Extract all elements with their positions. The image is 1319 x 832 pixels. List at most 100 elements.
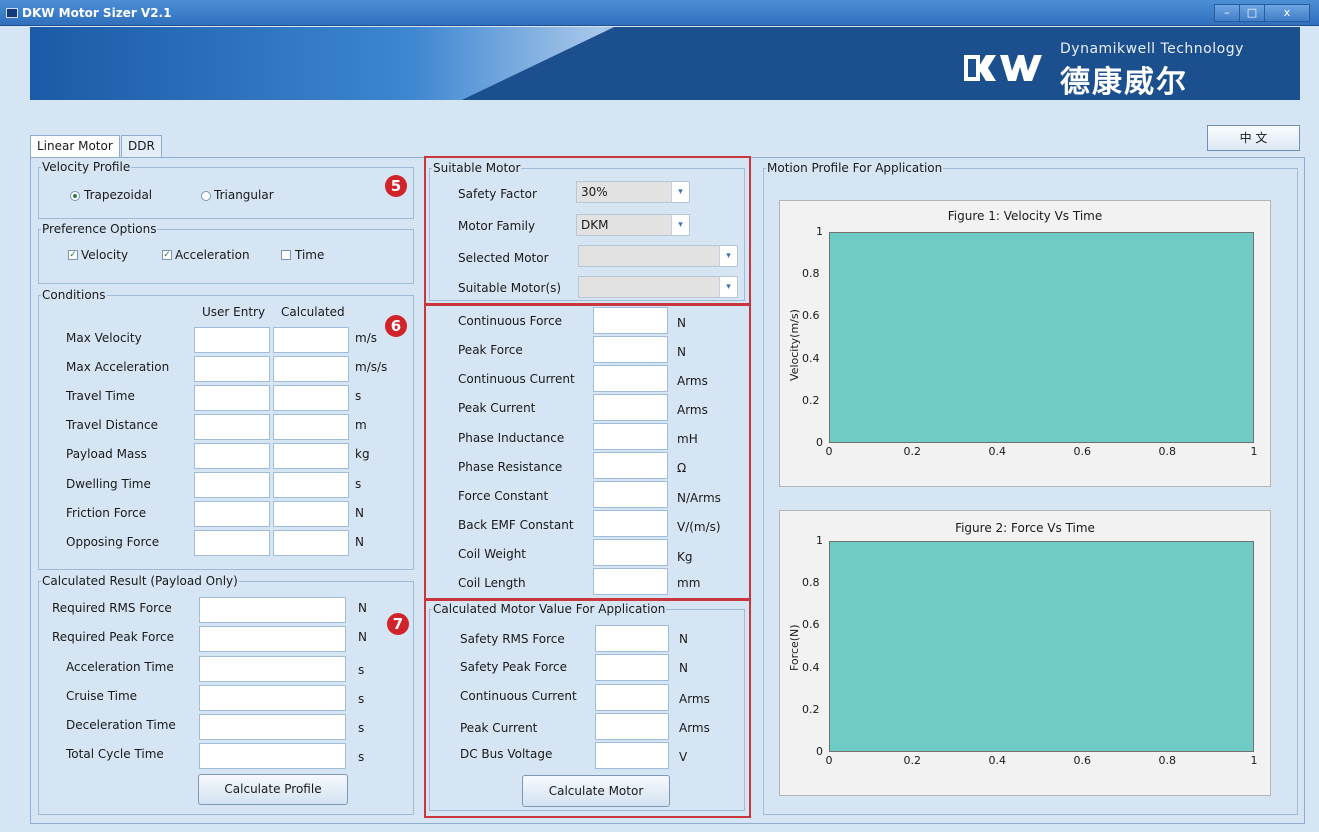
travel-distance-user-input[interactable] (194, 414, 270, 440)
calculate-profile-button[interactable]: Calculate Profile (198, 774, 348, 805)
travel-time-user-input[interactable] (194, 385, 270, 411)
unit-label: N (358, 630, 367, 644)
acceleration-time-field (199, 656, 346, 682)
unit-label: Ω (677, 461, 687, 475)
app-continuous-current-field (595, 684, 669, 711)
opposing-force-calc-field (273, 530, 349, 556)
unit-label: s (355, 477, 362, 491)
motor-family-select[interactable]: DKM ▾ (576, 214, 690, 236)
group-title: Calculated Motor Value For Application (433, 602, 666, 616)
friction-force-label: Friction Force (66, 506, 147, 520)
unit-label: s (358, 721, 365, 735)
required-rms-force-field (199, 597, 346, 623)
tab-ddr[interactable]: DDR (121, 135, 162, 157)
dwelling-time-user-input[interactable] (194, 472, 270, 498)
time-checkbox[interactable] (281, 250, 291, 260)
unit-label: s (358, 663, 365, 677)
app-icon (6, 8, 18, 18)
required-peak-force-field (199, 626, 346, 652)
x-tick-label: 0.4 (988, 445, 1007, 458)
safety-peak-force-field (595, 654, 669, 681)
y-tick-label: 0.4 (802, 351, 820, 365)
app-peak-current-label: Peak Current (460, 721, 538, 735)
back-emf-constant-field (593, 510, 668, 537)
x-tick-label: 0 (825, 445, 833, 458)
force-constant-field (593, 481, 668, 508)
y-axis-label: Force(N) (788, 624, 801, 671)
calculate-motor-button[interactable]: Calculate Motor (522, 775, 670, 807)
cruise-time-field (199, 685, 346, 711)
safety-peak-force-label: Safety Peak Force (460, 660, 567, 674)
selected-motor-select[interactable]: ▾ (578, 245, 738, 267)
velocity-plot-area (829, 232, 1254, 443)
calculated-header: Calculated (281, 305, 345, 319)
unit-label: N (677, 316, 686, 330)
chevron-down-icon: ▾ (671, 215, 689, 235)
x-tick-label: 0.4 (988, 754, 1007, 767)
y-tick-label: 0.2 (802, 702, 820, 716)
banner: Dynamikwell Technology 德康威尔 (30, 27, 1300, 100)
trapezoidal-label: Trapezoidal (84, 188, 153, 202)
required-rms-force-label: Required RMS Force (52, 601, 172, 615)
friction-force-user-input[interactable] (194, 501, 270, 527)
y-tick-label: 0.8 (802, 576, 820, 590)
group-title: Preference Options (42, 222, 157, 236)
trapezoidal-radio[interactable] (70, 191, 80, 201)
y-tick-label: 0.2 (802, 393, 820, 407)
language-button[interactable]: 中 文 (1207, 125, 1300, 151)
y-tick-label: 1 (816, 534, 823, 547)
peak-current-label: Peak Current (458, 401, 536, 415)
total-cycle-time-label: Total Cycle Time (66, 747, 164, 761)
x-tick-label: 0.8 (1158, 445, 1177, 458)
opposing-force-label: Opposing Force (66, 535, 160, 549)
max-acceleration-user-input[interactable] (194, 356, 270, 382)
unit-label: Arms (679, 692, 710, 706)
continuous-force-label: Continuous Force (458, 314, 563, 328)
suitable-motors-select[interactable]: ▾ (578, 276, 738, 298)
force-constant-label: Force Constant (458, 489, 549, 503)
company-name-cn: 德康威尔 (1060, 65, 1188, 100)
maximize-button[interactable]: □ (1239, 4, 1265, 22)
acceleration-time-label: Acceleration Time (66, 660, 174, 674)
travel-time-calc-field (273, 385, 349, 411)
title-bar: DKW Motor Sizer V2.1 – □ x (0, 0, 1319, 26)
close-button[interactable]: x (1264, 4, 1310, 22)
coil-length-field (593, 568, 668, 595)
safety-factor-select[interactable]: 30% ▾ (576, 181, 690, 203)
unit-label: Arms (677, 374, 708, 388)
max-acceleration-label: Max Acceleration (66, 360, 170, 374)
unit-label: m (355, 418, 367, 432)
safety-factor-label: Safety Factor (458, 187, 537, 201)
coil-weight-field (593, 539, 668, 566)
tab-linear-motor[interactable]: Linear Motor (30, 135, 120, 158)
payload-mass-label: Payload Mass (66, 447, 147, 461)
velocity-checkbox[interactable]: ✓ (68, 250, 78, 260)
group-title: Calculated Result (Payload Only) (42, 574, 238, 588)
unit-label: s (358, 692, 365, 706)
opposing-force-user-input[interactable] (194, 530, 270, 556)
y-tick-label: 0.8 (802, 267, 820, 281)
selected-motor-label: Selected Motor (458, 251, 549, 265)
peak-force-field (593, 336, 668, 363)
unit-label: Arms (679, 721, 710, 735)
x-tick-label: 0.8 (1158, 754, 1177, 767)
unit-label: m/s (355, 331, 377, 345)
acceleration-checkbox[interactable]: ✓ (162, 250, 172, 260)
minimize-button[interactable]: – (1214, 4, 1240, 22)
payload-mass-user-input[interactable] (194, 443, 270, 469)
motor-family-value: DKM (581, 218, 609, 232)
phase-inductance-field (593, 423, 668, 450)
deceleration-time-label: Deceleration Time (66, 718, 176, 732)
coil-weight-label: Coil Weight (458, 547, 527, 561)
x-tick-label: 0.6 (1073, 754, 1092, 767)
y-tick-label: 0.6 (802, 309, 820, 323)
peak-current-field (593, 394, 668, 421)
max-velocity-user-input[interactable] (194, 327, 270, 353)
y-tick-label: 0 (816, 745, 823, 758)
dc-bus-voltage-label: DC Bus Voltage (460, 747, 553, 761)
travel-distance-label: Travel Distance (66, 418, 158, 432)
force-plot-area (829, 541, 1254, 752)
triangular-radio[interactable] (201, 191, 211, 201)
user-entry-header: User Entry (202, 305, 266, 319)
velocity-chart: Figure 1: Velocity Vs Time Velocity(m/s)… (779, 200, 1271, 487)
